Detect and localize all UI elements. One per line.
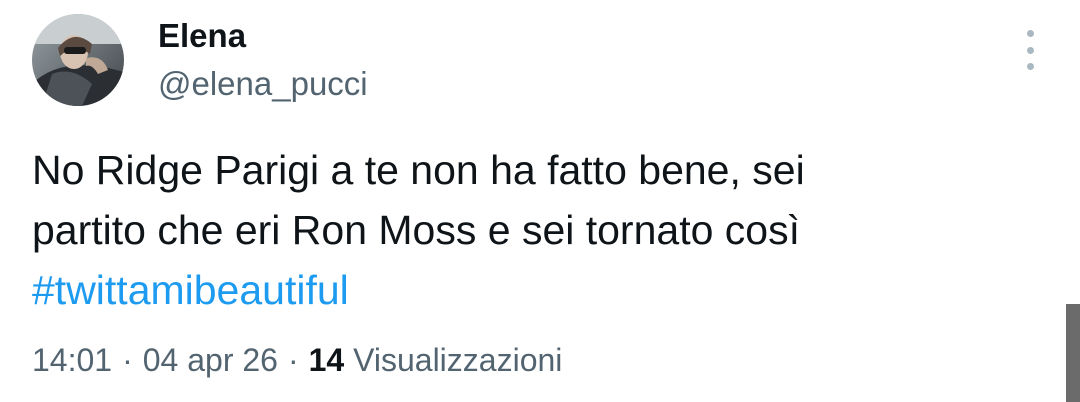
tweet-header: Elena @elena_pucci <box>32 14 368 106</box>
tweet-text-line-1: No Ridge Parigi a te non ha fatto bene, … <box>32 147 805 193</box>
views-count: 14 <box>308 342 345 378</box>
author-names: Elena @elena_pucci <box>158 16 368 104</box>
author-display-name[interactable]: Elena <box>158 16 368 56</box>
hashtag-link[interactable]: #twittamibeautiful <box>32 260 992 320</box>
meta-separator: · <box>122 342 133 378</box>
meta-separator: · <box>287 342 299 378</box>
more-options-icon[interactable] <box>1016 30 1044 70</box>
tweet-card: Elena @elena_pucci No Ridge Parigi a te … <box>0 0 1080 402</box>
tweet-meta: 14:01 · 04 apr 26 · 14 Visualizzazioni <box>32 338 562 382</box>
scrollbar[interactable] <box>1066 304 1080 402</box>
more-dot <box>1026 30 1034 37</box>
tweet-time[interactable]: 14:01 <box>32 342 112 378</box>
more-dot <box>1026 46 1034 54</box>
author-handle[interactable]: @elena_pucci <box>158 64 368 104</box>
tweet-date[interactable]: 04 apr 26 <box>143 342 278 378</box>
tweet-text-line-2: partito che eri Ron Moss e sei tornato c… <box>32 207 800 253</box>
avatar[interactable] <box>32 14 124 106</box>
views-label: Visualizzazioni <box>353 342 563 378</box>
tweet-text: No Ridge Parigi a te non ha fatto bene, … <box>32 140 992 320</box>
more-dot <box>1026 63 1034 70</box>
avatar-photo-icon <box>32 14 124 106</box>
